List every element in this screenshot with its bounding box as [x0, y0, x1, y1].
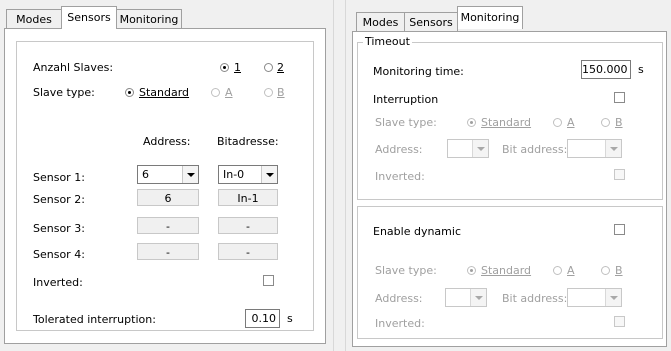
slave-type-standard-radio[interactable] [125, 88, 134, 97]
enable-dynamic-checkbox[interactable] [614, 224, 625, 235]
sensor-4-label: Sensor 4: [33, 248, 85, 261]
slave-type-b-radio[interactable] [264, 88, 273, 97]
slave-type-standard-label[interactable]: Standard [139, 86, 189, 99]
timeout-slave-standard-radio[interactable] [467, 118, 476, 127]
monitoring-panel: Timeout Monitoring time: 150.000 s Inter… [352, 31, 667, 347]
sensor-2-label: Sensor 2: [33, 193, 85, 206]
chevron-down-icon[interactable] [472, 140, 488, 157]
timeout-legend: Timeout [363, 35, 412, 48]
address-column-header: Address: [143, 135, 191, 148]
monitoring-time-input[interactable]: 150.000 [581, 60, 631, 79]
tolerated-interruption-unit: s [287, 312, 293, 325]
timeout-bit-address-select[interactable] [567, 139, 622, 158]
sensor-1-address-value: 6 [142, 168, 149, 181]
timeout-slave-a-radio[interactable] [553, 118, 562, 127]
timeout-slave-type-label: Slave type: [375, 116, 437, 129]
sensor-1-label: Sensor 1: [33, 171, 85, 184]
dynamic-address-select[interactable] [445, 288, 487, 307]
slave-type-a-label: A [225, 86, 233, 99]
dynamic-slave-b-radio[interactable] [601, 266, 610, 275]
tolerated-interruption-label: Tolerated interruption: [33, 313, 156, 326]
monitoring-time-label: Monitoring time: [373, 65, 464, 78]
chevron-down-icon[interactable] [605, 140, 621, 157]
slave-type-b-label: B [277, 86, 285, 99]
chevron-down-icon[interactable] [605, 289, 621, 306]
sensor-2-bit-field: In-1 [218, 189, 278, 206]
slave-type-a-radio[interactable] [211, 88, 220, 97]
dynamic-slave-standard-label: Standard [481, 264, 532, 277]
monitoring-time-unit: s [638, 63, 644, 76]
dynamic-address-label: Address: [375, 292, 423, 305]
tab-modes-right[interactable]: Modes [356, 12, 405, 32]
dynamic-bit-address-select[interactable] [567, 288, 622, 307]
dynamic-slave-a-label: A [567, 264, 575, 277]
chevron-down-icon[interactable] [470, 289, 486, 306]
dynamic-inverted-checkbox[interactable] [614, 316, 625, 327]
interruption-label: Interruption [373, 93, 439, 106]
sensor-2-address-field: 6 [137, 189, 199, 206]
tolerated-interruption-input[interactable]: 0.10 [245, 309, 280, 328]
anzahl-slaves-label: Anzahl Slaves: [33, 61, 114, 74]
sensor-1-address-select[interactable]: 6 [137, 165, 199, 184]
inverted-label: Inverted: [33, 276, 83, 289]
bitadresse-column-header: Bitadresse: [217, 135, 279, 148]
slaves-2-label[interactable]: 2 [277, 61, 284, 74]
chevron-down-icon[interactable] [261, 166, 277, 183]
window-divider [333, 0, 334, 351]
dynamic-slave-b-label: B [615, 264, 623, 277]
sensor-3-bit-field: - [218, 217, 278, 234]
enable-dynamic-label: Enable dynamic [373, 225, 461, 238]
sensor-3-label: Sensor 3: [33, 222, 85, 235]
timeout-bit-address-label: Bit address: [502, 143, 568, 156]
dynamic-slave-type-label: Slave type: [375, 264, 437, 277]
slaves-2-radio[interactable] [264, 63, 273, 72]
slave-type-label: Slave type: [33, 86, 95, 99]
sensor-1-bit-select[interactable]: In-0 [218, 165, 278, 184]
tab-sensors[interactable]: Sensors [61, 6, 117, 29]
chevron-down-icon[interactable] [182, 166, 198, 183]
tab-monitoring-right[interactable]: Monitoring [457, 6, 523, 29]
sensor-1-bit-value: In-0 [223, 168, 245, 181]
dynamic-slave-standard-radio[interactable] [467, 266, 476, 275]
timeout-slave-standard-label: Standard [481, 116, 532, 129]
tab-sensors-right[interactable]: Sensors [404, 12, 458, 32]
timeout-slave-b-radio[interactable] [601, 118, 610, 127]
timeout-inverted-checkbox[interactable] [614, 169, 625, 180]
dynamic-bit-address-label: Bit address: [502, 292, 568, 305]
sensor-4-bit-field: - [218, 243, 278, 260]
window-divider-2 [345, 0, 346, 351]
timeout-slave-a-label: A [567, 116, 575, 129]
interruption-checkbox[interactable] [614, 92, 625, 103]
timeout-address-label: Address: [375, 143, 423, 156]
tab-monitoring[interactable]: Monitoring [116, 9, 182, 29]
dynamic-slave-a-radio[interactable] [553, 266, 562, 275]
dynamic-inverted-label: Inverted: [375, 317, 425, 330]
inverted-checkbox[interactable] [263, 275, 274, 286]
slaves-1-radio[interactable] [220, 63, 229, 72]
timeout-inverted-label: Inverted: [375, 170, 425, 183]
timeout-address-select[interactable] [447, 139, 489, 158]
sensor-3-address-field: - [137, 217, 199, 234]
sensors-panel: Anzahl Slaves: 1 2 Slave type: Standard … [4, 28, 326, 344]
timeout-slave-b-label: B [615, 116, 623, 129]
slaves-1-label[interactable]: 1 [234, 61, 241, 74]
sensor-4-address-field: - [137, 243, 199, 260]
tab-modes[interactable]: Modes [6, 9, 62, 29]
